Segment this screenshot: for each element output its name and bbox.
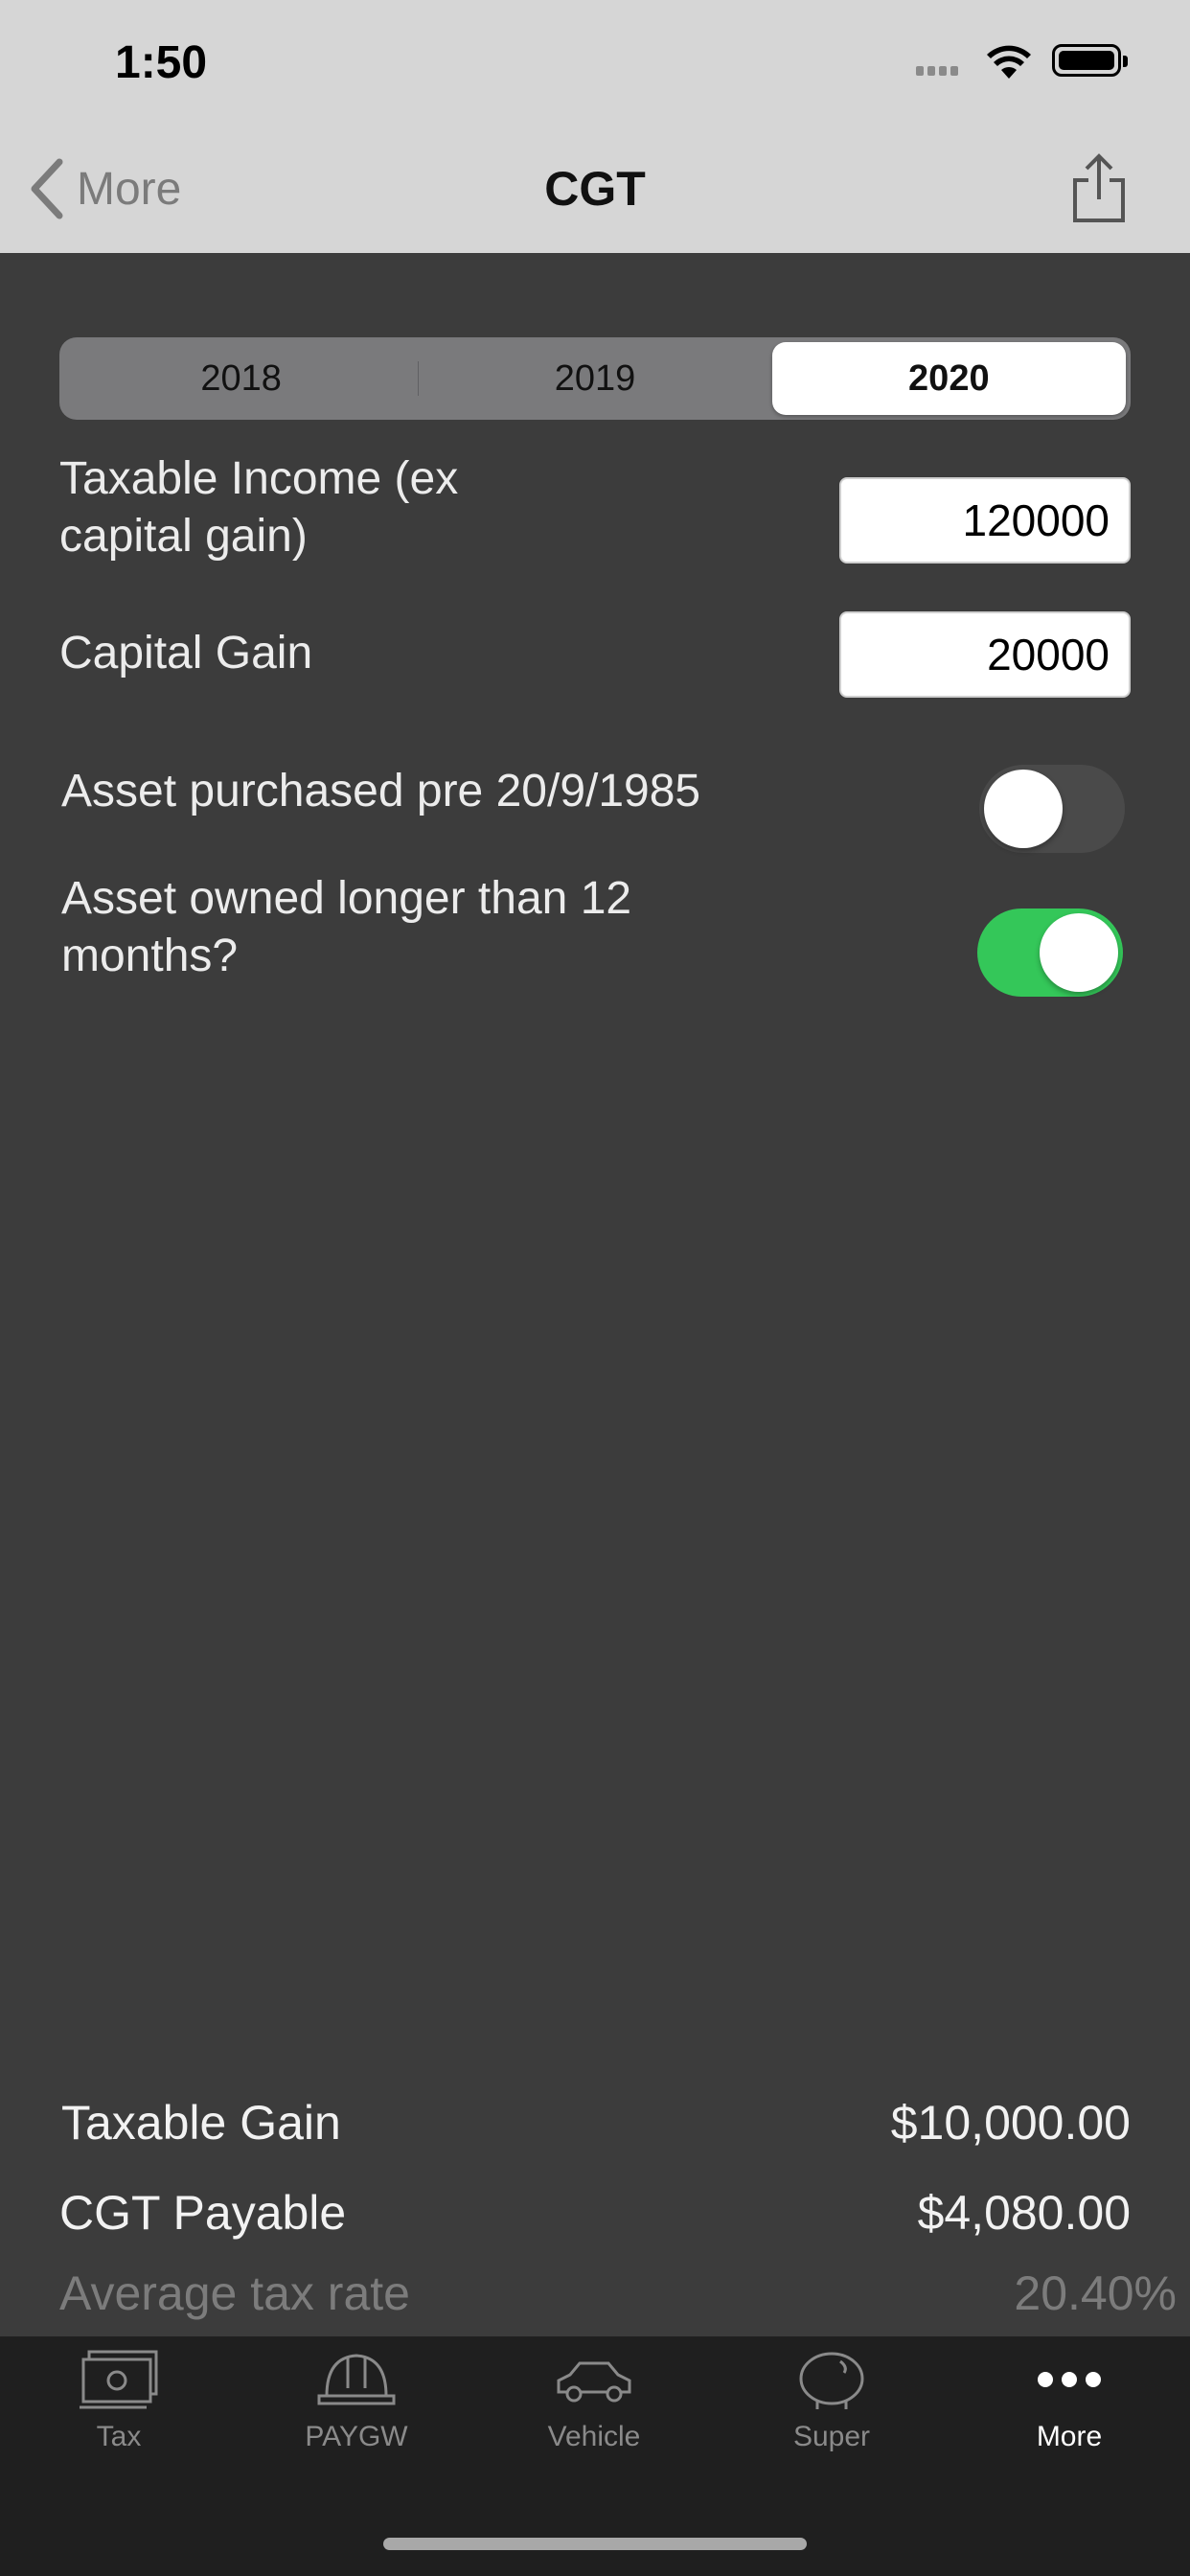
pre-1985-toggle[interactable] <box>979 765 1125 853</box>
year-segmented-control: 2018 2019 2020 <box>59 337 1131 420</box>
tab-label: Super <box>792 2421 871 2452</box>
piggy-bank-icon <box>799 2352 864 2409</box>
cgt-payable-label: CGT Payable <box>59 2186 347 2240</box>
average-tax-rate-value: 20.40% <box>1014 2266 1177 2320</box>
page-title: CGT <box>544 162 646 216</box>
status-time: 1:50 <box>115 37 208 88</box>
car-icon <box>557 2361 631 2403</box>
owned-12-months-label: Asset owned longer than 12 months? <box>61 873 632 981</box>
cgt-calculator: 2018 2019 2020 Taxable Income (ex capita… <box>0 253 1190 2336</box>
cgt-payable-value: $4,080.00 <box>917 2186 1131 2240</box>
tab-bar: Tax PAYGW Vehicle Super More <box>0 2336 1190 2576</box>
tab-tax[interactable]: Tax <box>23 2346 215 2490</box>
taxable-income-input[interactable] <box>839 477 1131 564</box>
year-segment-2018[interactable]: 2018 <box>64 342 418 415</box>
navigation-bar: More CGT <box>0 125 1190 254</box>
more-icon <box>1038 2372 1101 2387</box>
tab-vehicle[interactable]: Vehicle <box>498 2346 690 2490</box>
tab-label: Tax <box>96 2421 142 2452</box>
pre-1985-label: Asset purchased pre 20/9/1985 <box>61 766 701 816</box>
taxable-income-label: Taxable Income (ex capital gain) <box>59 453 459 562</box>
cellular-signal-icon <box>916 63 962 80</box>
cash-icon <box>80 2350 158 2409</box>
tab-more[interactable]: More <box>973 2346 1165 2490</box>
year-segment-2019[interactable]: 2019 <box>418 342 771 415</box>
tab-label: More <box>1036 2421 1103 2452</box>
status-bar: 1:50 <box>0 0 1190 125</box>
year-segment-2020[interactable]: 2020 <box>771 342 1126 415</box>
tab-label: PAYGW <box>305 2421 408 2452</box>
capital-gain-input[interactable] <box>839 611 1131 698</box>
tab-paygw[interactable]: PAYGW <box>261 2346 452 2490</box>
tab-super[interactable]: Super <box>736 2346 927 2490</box>
taxable-gain-value: $10,000.00 <box>890 2096 1131 2150</box>
owned-12-months-toggle[interactable] <box>977 908 1123 997</box>
home-indicator <box>383 2538 807 2550</box>
average-tax-rate-label: Average tax rate <box>59 2266 410 2320</box>
share-button[interactable] <box>1065 153 1133 224</box>
capital-gain-label: Capital Gain <box>59 628 313 678</box>
share-icon <box>1073 153 1125 222</box>
tab-label: Vehicle <box>547 2421 641 2452</box>
hard-hat-icon <box>317 2354 396 2405</box>
taxable-gain-label: Taxable Gain <box>61 2096 341 2150</box>
wifi-icon <box>987 45 1031 79</box>
battery-icon <box>1052 44 1128 77</box>
